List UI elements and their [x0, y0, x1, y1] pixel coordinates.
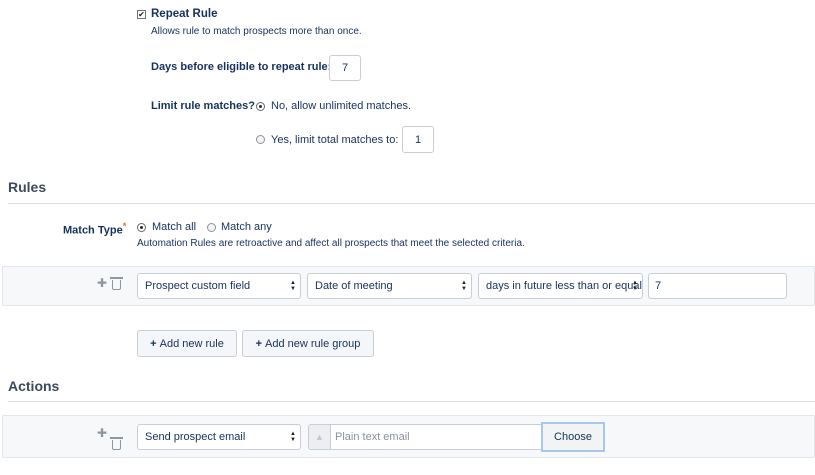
select-arrows-icon: ▲ ▼ — [290, 280, 296, 292]
trash-icon[interactable] — [110, 437, 123, 450]
add-action-row-icon[interactable]: ✚ — [97, 427, 107, 439]
plus-icon: + — [150, 337, 157, 350]
actions-divider — [8, 401, 815, 402]
select-arrows-icon: ▲ ▼ — [461, 280, 467, 292]
plus-icon: + — [255, 337, 263, 350]
limit-total-matches-input[interactable]: 1 — [402, 126, 434, 153]
actions-section-title: Actions — [8, 378, 60, 394]
match-type-note: Automation Rules are retroactive and aff… — [137, 238, 525, 249]
email-template-placeholder: Plain text email — [335, 431, 410, 443]
days-before-repeat-input[interactable]: 7 — [329, 55, 361, 81]
radio-match-all[interactable] — [137, 223, 146, 232]
match-type-label: Match Type* — [63, 221, 127, 237]
rule-operator-select[interactable]: days in future less than or equal to ▲ ▼ — [478, 273, 643, 299]
radio-match-any[interactable] — [207, 223, 216, 232]
match-all-label: Match all — [152, 221, 197, 233]
match-any-label: Match any — [221, 221, 272, 233]
rule-field-type-select[interactable]: Prospect custom field ▲ ▼ — [137, 273, 301, 299]
rule-value-input[interactable]: 7 — [648, 273, 787, 299]
rules-divider — [8, 203, 815, 204]
add-new-rule-button[interactable]: + Add new rule — [137, 330, 237, 357]
repeat-rule-checkbox[interactable]: ✔ — [137, 10, 146, 19]
repeat-rule-description: Allows rule to match prospects more than… — [151, 26, 362, 37]
rule-field-select[interactable]: Date of meeting ▲ ▼ — [307, 273, 472, 299]
choose-email-button[interactable]: Choose — [541, 422, 605, 452]
email-template-field[interactable]: ▲ Plain text email — [308, 424, 543, 450]
trash-icon[interactable] — [110, 277, 123, 290]
limit-matches-label: Yes, limit total matches to: — [271, 134, 399, 146]
days-before-repeat-label: Days before eligible to repeat rule: — [151, 61, 332, 73]
required-indicator: * — [122, 221, 127, 231]
repeat-rule-label: Repeat Rule — [151, 8, 218, 20]
select-arrows-icon: ▲ ▼ — [290, 431, 296, 443]
radio-limit-matches[interactable] — [256, 135, 265, 144]
add-rule-row-icon[interactable]: ✚ — [97, 277, 107, 289]
add-new-rule-group-button[interactable]: + Add new rule group — [242, 330, 374, 357]
rules-section-title: Rules — [8, 179, 47, 195]
action-type-select[interactable]: Send prospect email ▲ ▼ — [137, 424, 301, 450]
template-icon: ▲ — [309, 425, 331, 449]
radio-unlimited-matches[interactable] — [256, 102, 265, 111]
unlimited-matches-label: No, allow unlimited matches. — [271, 100, 412, 112]
limit-rule-matches-label: Limit rule matches? — [151, 100, 255, 112]
select-arrows-icon: ▲ ▼ — [632, 280, 638, 292]
